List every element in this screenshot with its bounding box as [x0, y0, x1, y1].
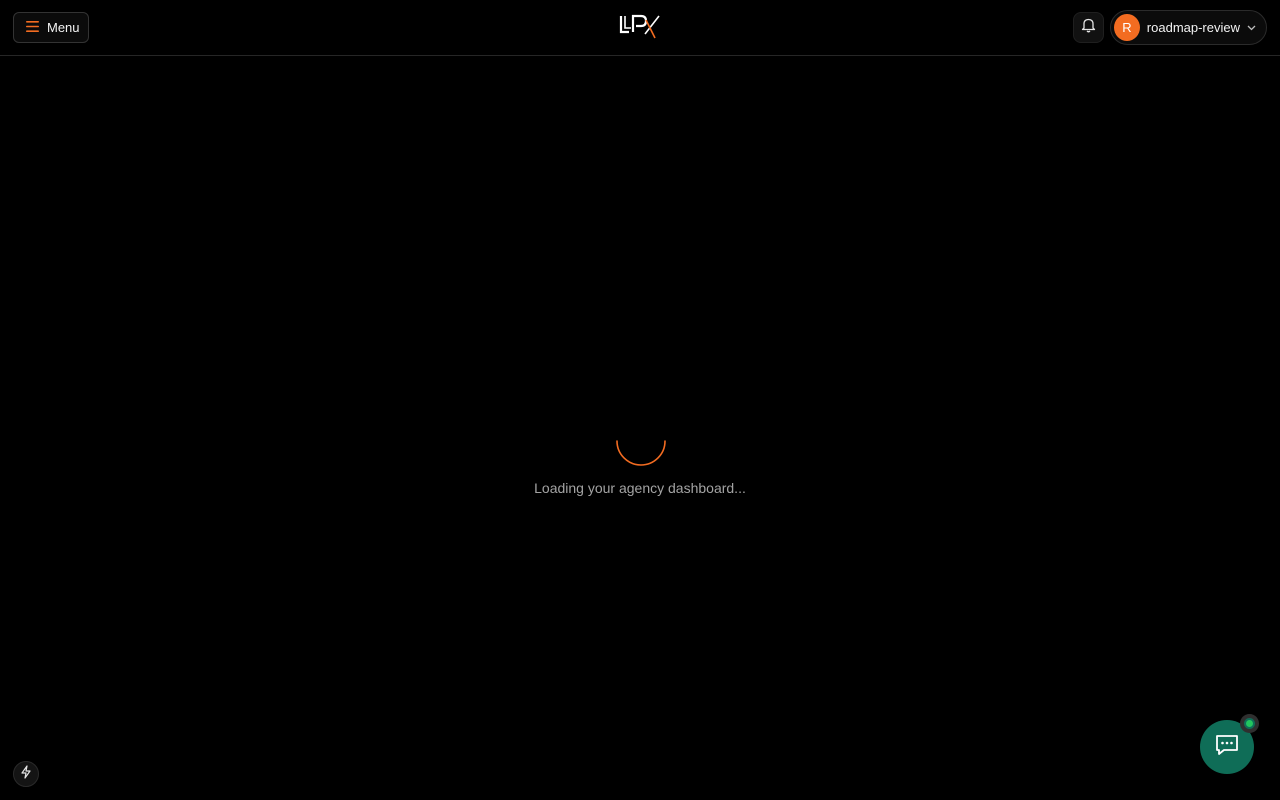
notifications-button[interactable] — [1073, 12, 1104, 43]
chevron-down-icon — [1247, 25, 1256, 31]
loading-message: Loading your agency dashboard... — [534, 480, 746, 496]
menu-button-label: Menu — [47, 20, 80, 35]
hamburger-icon — [26, 19, 39, 37]
avatar: R — [1114, 14, 1140, 41]
loading-spinner-icon — [614, 414, 668, 468]
lpx-logo[interactable] — [619, 12, 661, 42]
bolt-icon — [20, 764, 32, 784]
chat-icon — [1214, 733, 1240, 762]
username-label: roadmap-review — [1146, 20, 1240, 35]
top-navigation-bar: Menu R roadmap-review — [0, 0, 1280, 56]
menu-button[interactable]: Menu — [13, 12, 89, 43]
chat-online-status-badge — [1240, 714, 1259, 733]
user-account-dropdown[interactable]: R roadmap-review — [1110, 10, 1267, 45]
quick-action-button[interactable] — [13, 761, 39, 787]
bell-icon — [1081, 17, 1096, 38]
online-dot-icon — [1244, 718, 1255, 729]
